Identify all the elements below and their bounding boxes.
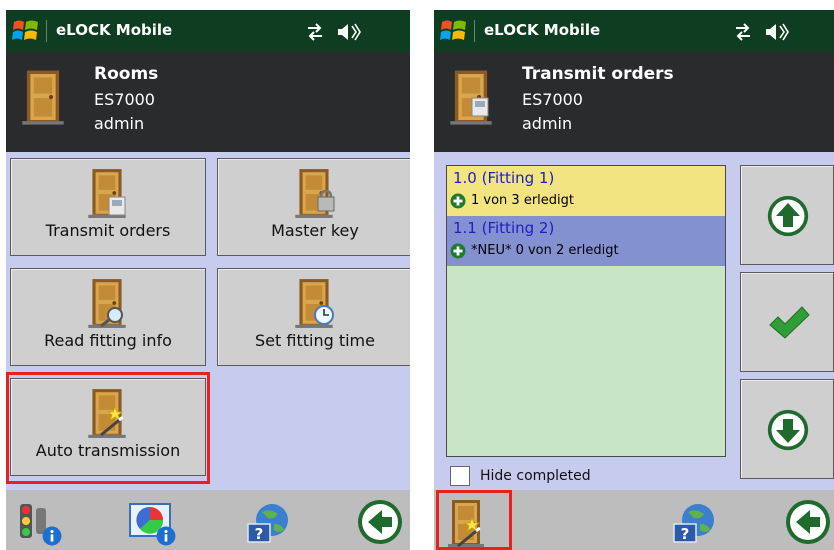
master-key-label: Master key	[271, 221, 359, 240]
read-fitting-info-label: Read fitting info	[44, 331, 172, 350]
windows-start-icon[interactable]	[440, 18, 468, 44]
header-device: ES7000	[522, 90, 583, 109]
header-title: Transmit orders	[522, 64, 674, 84]
list-item-title: 1.0 (Fitting 1)	[453, 169, 555, 187]
header-device: ES7000	[94, 90, 155, 109]
title-separator	[474, 20, 475, 42]
connectivity-icon	[308, 23, 322, 41]
transmit-orders-screen: eLOCK Mobile Transmit orders ES7000 admi…	[434, 10, 834, 550]
move-down-button[interactable]	[740, 379, 834, 479]
confirm-button[interactable]	[740, 272, 834, 372]
door-lock-icon	[292, 167, 335, 219]
header-title: Rooms	[94, 64, 159, 84]
page-header: Rooms ES7000 admin	[6, 52, 410, 152]
header-user: admin	[94, 114, 145, 133]
transmit-orders-button[interactable]: Transmit orders	[10, 158, 206, 256]
list-item-status: *NEU* 0 von 2 erledigt	[471, 243, 619, 258]
checkmark-icon	[769, 306, 810, 339]
title-separator	[46, 20, 47, 42]
volume-icon	[338, 23, 361, 41]
back-arrow-icon[interactable]	[356, 498, 404, 546]
list-item-status: 1 von 3 erledigt	[471, 193, 574, 208]
page-header: Transmit orders ES7000 admin	[434, 52, 834, 152]
back-arrow-icon[interactable]	[784, 498, 832, 546]
globe-help-icon[interactable]	[244, 498, 292, 546]
door-clock-icon	[292, 277, 334, 329]
read-fitting-info-button[interactable]: Read fitting info	[10, 268, 206, 366]
hide-completed-checkbox[interactable]	[450, 466, 470, 486]
traffic-light-info-icon[interactable]	[14, 498, 64, 546]
status-icons[interactable]	[306, 22, 366, 42]
bottom-toolbar	[6, 490, 410, 550]
connectivity-icon	[736, 23, 750, 41]
title-bar: eLOCK Mobile	[6, 10, 410, 52]
plus-icon[interactable]	[450, 243, 466, 259]
highlight-box	[436, 490, 512, 550]
door-transmit-icon	[85, 167, 129, 219]
transmit-orders-label: Transmit orders	[45, 221, 171, 240]
list-item-fitting-2[interactable]: 1.1 (Fitting 2) *NEU* 0 von 2 erledigt	[447, 216, 725, 266]
door-icon	[20, 68, 66, 126]
highlight-box	[6, 372, 210, 484]
up-arrow-icon	[766, 194, 810, 238]
master-key-button[interactable]: Master key	[217, 158, 410, 256]
windows-start-icon[interactable]	[12, 18, 40, 44]
header-user: admin	[522, 114, 573, 133]
app-title: eLOCK Mobile	[56, 21, 173, 39]
list-item-title: 1.1 (Fitting 2)	[453, 219, 555, 237]
chart-info-icon[interactable]	[126, 498, 178, 546]
plus-icon[interactable]	[450, 193, 466, 209]
rooms-screen: eLOCK Mobile Rooms ES7000 admin Transmit…	[6, 10, 410, 550]
list-item-fitting-1[interactable]: 1.0 (Fitting 1) 1 von 3 erledigt	[447, 166, 725, 216]
door-transmit-icon	[448, 68, 494, 126]
down-arrow-icon	[766, 408, 810, 452]
fitting-list[interactable]: 1.0 (Fitting 1) 1 von 3 erledigt 1.1 (Fi…	[446, 165, 726, 457]
status-icons[interactable]	[734, 22, 794, 42]
title-bar: eLOCK Mobile	[434, 10, 834, 52]
set-fitting-time-label: Set fitting time	[255, 331, 375, 350]
volume-icon	[766, 23, 789, 41]
hide-completed-label: Hide completed	[480, 468, 591, 484]
set-fitting-time-button[interactable]: Set fitting time	[217, 268, 410, 366]
globe-help-icon[interactable]	[670, 498, 718, 546]
app-title: eLOCK Mobile	[484, 21, 601, 39]
door-read-icon	[85, 277, 129, 329]
move-up-button[interactable]	[740, 165, 834, 265]
